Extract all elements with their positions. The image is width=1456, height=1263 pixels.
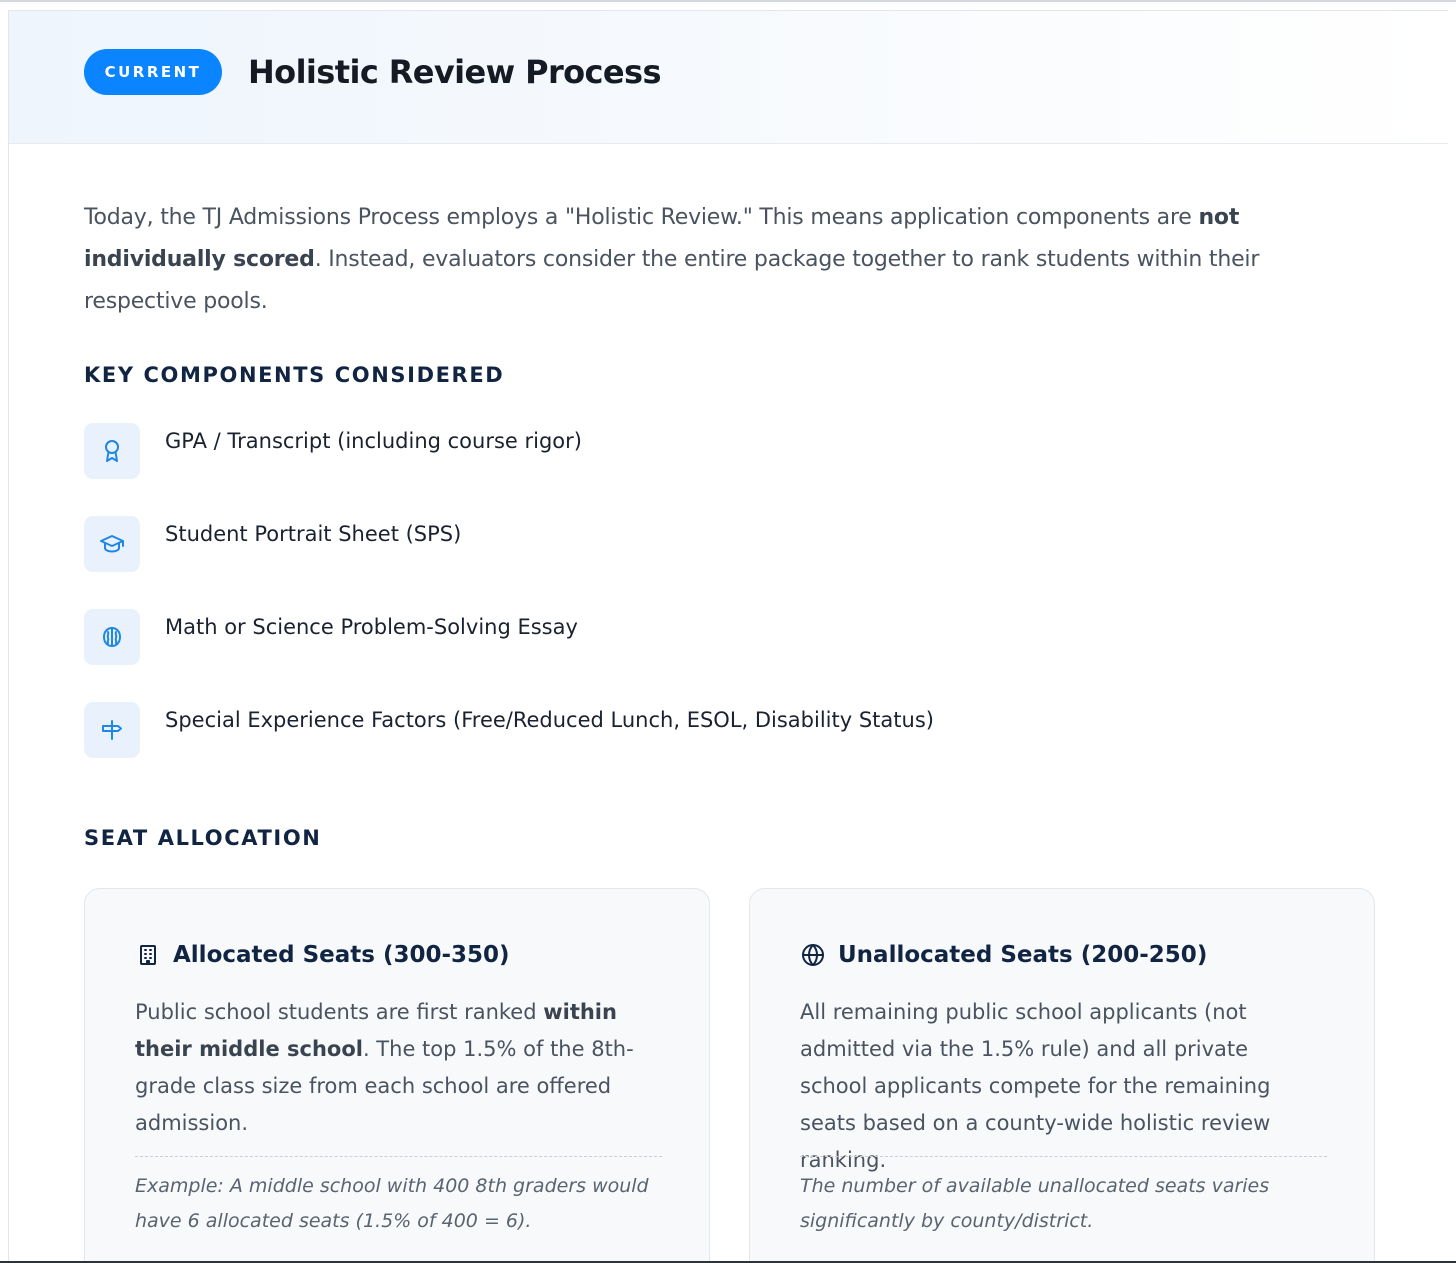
- unallocated-seats-description: All remaining public school applicants (…: [800, 1000, 1271, 1172]
- intro-text-1: Today, the TJ Admissions Process employs…: [84, 205, 1199, 230]
- allocated-desc-text-1: Public school students are first ranked: [135, 1000, 544, 1024]
- component-item-special-factors: Special Experience Factors (Free/Reduced…: [84, 702, 1284, 760]
- holistic-review-card: CURRENT Holistic Review Process Today, t…: [8, 10, 1448, 1261]
- award-ribbon-icon: [84, 423, 140, 479]
- allocated-seats-card: Allocated Seats (300-350) Public school …: [84, 888, 710, 1261]
- unallocated-seats-note: The number of available unallocated seat…: [800, 1175, 1270, 1232]
- page-title: Holistic Review Process: [248, 53, 661, 91]
- divider: [135, 1156, 662, 1157]
- component-label: Special Experience Factors (Free/Reduced…: [165, 708, 934, 732]
- building-icon: [135, 942, 161, 968]
- seat-allocation-heading: SEAT ALLOCATION: [84, 826, 322, 850]
- key-components-heading: KEY COMPONENTS CONSIDERED: [84, 363, 505, 387]
- allocated-seats-description: Public school students are first ranked …: [135, 994, 645, 1142]
- component-item-essay: Math or Science Problem-Solving Essay: [84, 609, 1284, 667]
- unallocated-seats-card: Unallocated Seats (200-250) All remainin…: [749, 888, 1375, 1261]
- unallocated-seats-title-text: Unallocated Seats (200-250): [838, 942, 1208, 968]
- allocated-seats-title-text: Allocated Seats (300-350): [173, 942, 510, 968]
- component-item-sps: Student Portrait Sheet (SPS): [84, 516, 1284, 574]
- graduation-cap-icon: [84, 516, 140, 572]
- intro-paragraph: Today, the TJ Admissions Process employs…: [84, 197, 1314, 323]
- divider: [800, 1156, 1327, 1157]
- component-label: GPA / Transcript (including course rigor…: [165, 429, 582, 453]
- status-badge: CURRENT: [84, 49, 222, 95]
- page: CURRENT Holistic Review Process Today, t…: [0, 0, 1456, 1263]
- component-label: Student Portrait Sheet (SPS): [165, 522, 462, 546]
- brain-icon: [84, 609, 140, 665]
- allocated-seats-example: Example: A middle school with 400 8th gr…: [135, 1175, 649, 1232]
- unallocated-seats-title: Unallocated Seats (200-250): [800, 935, 1207, 975]
- component-label: Math or Science Problem-Solving Essay: [165, 615, 578, 639]
- component-item-gpa: GPA / Transcript (including course rigor…: [84, 423, 1284, 481]
- signpost-icon: [84, 702, 140, 758]
- globe-icon: [800, 942, 826, 968]
- allocated-seats-title: Allocated Seats (300-350): [135, 935, 510, 975]
- card-header: CURRENT Holistic Review Process: [9, 11, 1448, 144]
